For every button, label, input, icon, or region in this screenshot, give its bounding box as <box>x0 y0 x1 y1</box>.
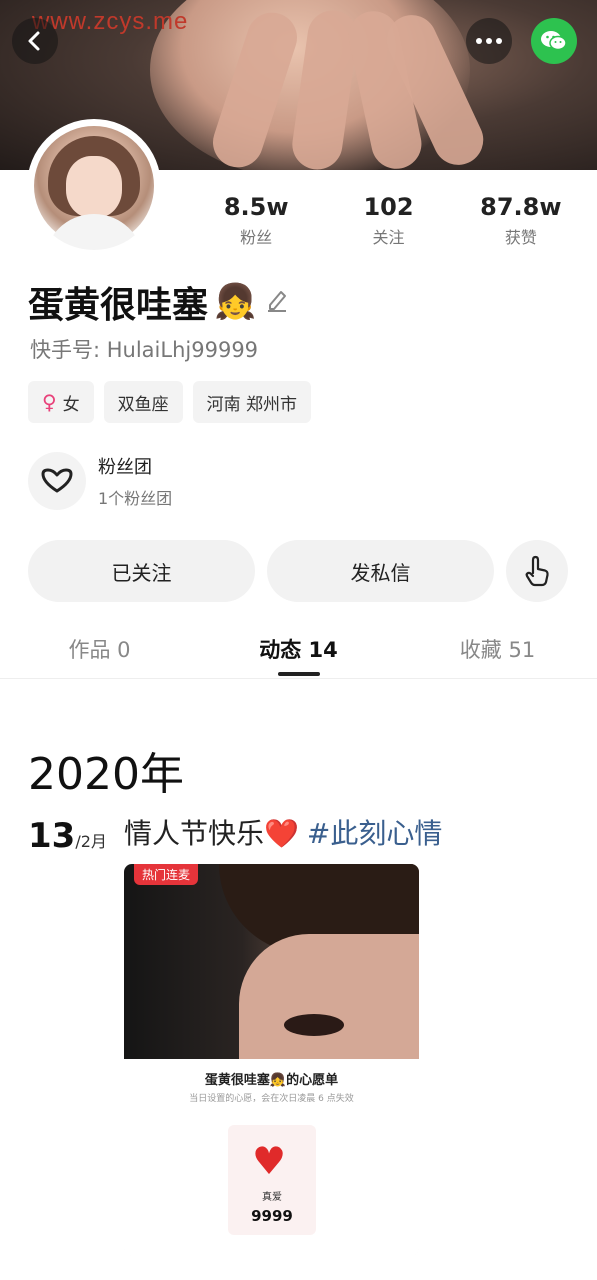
tag-location: 河南 郑州市 <box>192 381 312 423</box>
female-icon: ♀ <box>42 390 57 414</box>
gift-card: ♥ 真爱 9999 <box>228 1125 316 1235</box>
stat-value: 8.5w <box>223 193 289 221</box>
wechat-icon <box>541 31 567 51</box>
stat-fans[interactable]: 8.5w 粉丝 <box>190 192 322 248</box>
chevron-left-icon <box>28 31 40 51</box>
tag-gender: ♀ 女 <box>28 381 94 423</box>
stat-following[interactable]: 102 关注 <box>322 192 454 248</box>
post-hashtag[interactable]: #此刻心情 <box>307 817 442 850</box>
stat-label: 关注 <box>372 228 405 247</box>
stat-label: 粉丝 <box>240 228 273 247</box>
wishlist-subtitle: 当日设置的心愿，会在次日凌晨 6 点失效 <box>189 1094 354 1104</box>
edit-name-button[interactable] <box>266 288 288 316</box>
girl-emoji-icon: 👧 <box>214 282 257 322</box>
wishlist-title: 蛋黄很哇塞👧的心愿单 <box>204 1073 339 1088</box>
pencil-icon <box>268 291 287 312</box>
profile-name-row: 蛋黄很哇塞 👧 <box>28 276 288 328</box>
back-button[interactable] <box>12 18 58 64</box>
stat-label: 获赞 <box>504 228 537 247</box>
post-caption[interactable]: 情人节快乐❤️ #此刻心情 <box>124 812 442 852</box>
tag-label: 河南 郑州市 <box>206 394 298 415</box>
timeline-year: 2020年 <box>28 749 184 800</box>
poke-button[interactable] <box>506 540 568 602</box>
tag-zodiac: 双鱼座 <box>103 381 183 423</box>
tag-label: 女 <box>62 394 80 415</box>
hot-badge: 热门连麦 <box>134 864 199 885</box>
stat-value: 87.8w <box>480 193 562 221</box>
fan-group-title: 粉丝团 <box>98 457 152 478</box>
more-dots-icon <box>476 38 502 44</box>
post-photo: 热门连麦 <box>124 864 419 1059</box>
profile-tabs: 作品 0 动态 14 收藏 51 <box>0 622 597 679</box>
profile-name: 蛋黄很哇塞 <box>28 285 209 326</box>
user-id: 快手号: HulaiLhj99999 <box>30 338 259 362</box>
tab-moments[interactable]: 动态 14 <box>199 622 398 678</box>
profile-stats: 8.5w 粉丝 102 关注 87.8w 获赞 <box>190 192 587 248</box>
tab-favorites[interactable]: 收藏 51 <box>398 622 597 678</box>
avatar[interactable] <box>30 122 158 250</box>
wishlist-panel: 蛋黄很哇塞👧的心愿单 当日设置的心愿，会在次日凌晨 6 点失效 ♥ 真爱 999… <box>124 1059 419 1256</box>
gift-count: 9999 <box>251 1207 293 1225</box>
post-image[interactable]: 热门连麦 蛋黄很哇塞👧的心愿单 当日设置的心愿，会在次日凌晨 6 点失效 ♥ 真… <box>124 864 419 1256</box>
more-button[interactable] <box>466 18 512 64</box>
post-date: 13/2月 <box>28 816 107 856</box>
tag-label: 双鱼座 <box>117 394 169 415</box>
post-month: /2月 <box>75 832 107 851</box>
send-message-button[interactable]: 发私信 <box>267 540 494 602</box>
wechat-share-button[interactable] <box>531 18 577 64</box>
profile-actions: 已关注 发私信 <box>28 540 568 602</box>
heart-outline-icon <box>41 468 73 493</box>
hand-pointer-icon <box>525 555 549 587</box>
post-text: 情人节快乐 <box>124 817 265 850</box>
gift-heart-icon: ♥ <box>252 1139 287 1183</box>
tab-works[interactable]: 作品 0 <box>0 622 199 678</box>
stat-likes[interactable]: 87.8w 获赞 <box>455 192 587 248</box>
heart-emoji-icon: ❤️ <box>264 817 299 850</box>
profile-tags: ♀ 女 双鱼座 河南 郑州市 <box>28 381 312 423</box>
post-day: 13 <box>28 816 76 856</box>
stat-value: 102 <box>363 193 414 221</box>
followed-button[interactable]: 已关注 <box>28 540 255 602</box>
fan-group[interactable]: 粉丝团 1个粉丝团 <box>28 452 172 510</box>
gift-name: 真爱 <box>262 1192 282 1203</box>
fan-group-badge <box>28 452 86 510</box>
fan-group-subtitle: 1个粉丝团 <box>98 489 173 508</box>
